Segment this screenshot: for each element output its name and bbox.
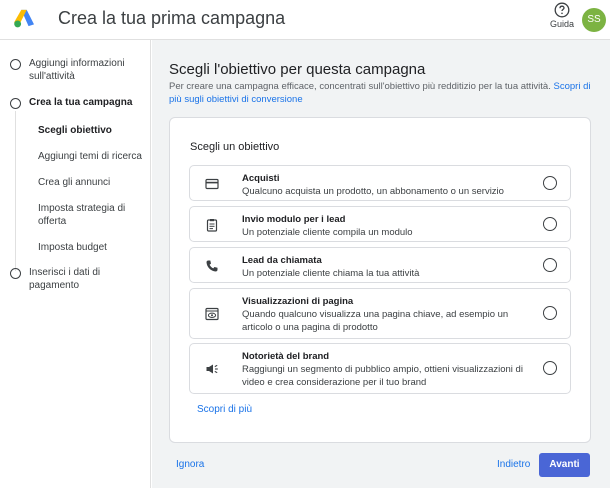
- learn-more-link[interactable]: Scopri di più: [197, 404, 252, 415]
- sidebar-step-create-campaign[interactable]: Crea la tua campagna: [10, 96, 144, 109]
- goal-option-description: Qualcuno acquista un prodotto, un abbona…: [242, 186, 504, 197]
- step-circle-icon: [10, 98, 21, 109]
- step-label: Aggiungi informazioni sull'attività: [29, 58, 125, 82]
- goal-radio[interactable]: [543, 176, 557, 190]
- goal-option-description: Un potenziale cliente compila un modulo: [242, 227, 413, 238]
- megaphone-icon: [206, 364, 218, 374]
- sidebar-step-business-info[interactable]: Aggiungi informazioni sull'attività: [10, 57, 144, 83]
- step-circle-icon: [10, 268, 21, 279]
- card-title: Scegli un obiettivo: [190, 141, 280, 153]
- step-label: Inserisci i dati di pagamento: [29, 267, 101, 291]
- goal-radio[interactable]: [543, 361, 557, 375]
- goal-option-title: Visualizzazioni di pagina: [242, 296, 354, 307]
- goal-option-page-views[interactable]: Visualizzazioni di pagina Quando qualcun…: [189, 288, 571, 339]
- description-text: Per creare una campagna efficace, concen…: [169, 81, 551, 92]
- skip-link[interactable]: Ignora: [176, 459, 204, 470]
- google-ads-logo-icon[interactable]: [13, 8, 35, 28]
- sidebar: Aggiungi informazioni sull'attività Crea…: [0, 40, 151, 488]
- goal-option-title: Notorietà del brand: [242, 351, 330, 362]
- page-description: Per creare una campagna efficace, concen…: [169, 81, 597, 106]
- step-connector: [15, 111, 16, 271]
- goal-option-title: Invio modulo per i lead: [242, 214, 346, 225]
- goal-radio[interactable]: [543, 258, 557, 272]
- app-title: Crea la tua prima campagna: [58, 8, 286, 28]
- sidebar-step-payment[interactable]: Inserisci i dati di pagamento: [10, 266, 144, 292]
- goal-option-brand-awareness[interactable]: Notorietà del brand Raggiungi un segment…: [189, 343, 571, 394]
- goal-option-description: Raggiungi un segmento di pubblico ampio,…: [242, 364, 523, 388]
- goal-card: Scegli un obiettivo Acquisti Qualcuno ac…: [169, 117, 591, 443]
- avatar[interactable]: SS: [582, 8, 606, 32]
- phone-icon: [206, 260, 218, 272]
- step-label: Crea la tua campagna: [29, 97, 133, 108]
- goal-option-purchases[interactable]: Acquisti Qualcuno acquista un prodotto, …: [189, 165, 571, 201]
- goal-radio[interactable]: [543, 217, 557, 231]
- main-content: Scegli l'obiettivo per questa campagna P…: [152, 40, 610, 488]
- sidebar-substep-budget[interactable]: Imposta budget: [38, 241, 143, 254]
- sidebar-substep-bid-strategy[interactable]: Imposta strategia di offerta: [38, 202, 143, 228]
- goal-option-title: Acquisti: [242, 173, 280, 184]
- sidebar-substep-create-ads[interactable]: Crea gli annunci: [38, 176, 143, 189]
- goal-option-description: Quando qualcuno visualizza una pagina ch…: [242, 309, 509, 333]
- goal-option-description: Un potenziale cliente chiama la tua atti…: [242, 268, 420, 279]
- sidebar-substep-search-themes[interactable]: Aggiungi temi di ricerca: [38, 150, 143, 163]
- page-title: Scegli l'obiettivo per questa campagna: [169, 61, 426, 78]
- back-button[interactable]: Indietro: [497, 459, 530, 470]
- help-label: Guida: [549, 19, 575, 29]
- credit-card-icon: [205, 178, 219, 190]
- step-circle-icon: [10, 59, 21, 70]
- help-button[interactable]: Guida: [548, 2, 576, 29]
- goal-radio[interactable]: [543, 306, 557, 320]
- goal-option-lead-form[interactable]: Invio modulo per i lead Un potenziale cl…: [189, 206, 571, 242]
- goal-option-title: Lead da chiamata: [242, 255, 322, 266]
- page-view-icon: [205, 307, 219, 321]
- goal-option-phone-call[interactable]: Lead da chiamata Un potenziale cliente c…: [189, 247, 571, 283]
- top-bar: Crea la tua prima campagna Guida SS: [0, 0, 610, 40]
- help-icon: [554, 2, 570, 18]
- form-icon: [206, 219, 218, 232]
- next-button[interactable]: Avanti: [539, 453, 590, 477]
- sidebar-substep-choose-goal[interactable]: Scegli obiettivo: [38, 124, 143, 137]
